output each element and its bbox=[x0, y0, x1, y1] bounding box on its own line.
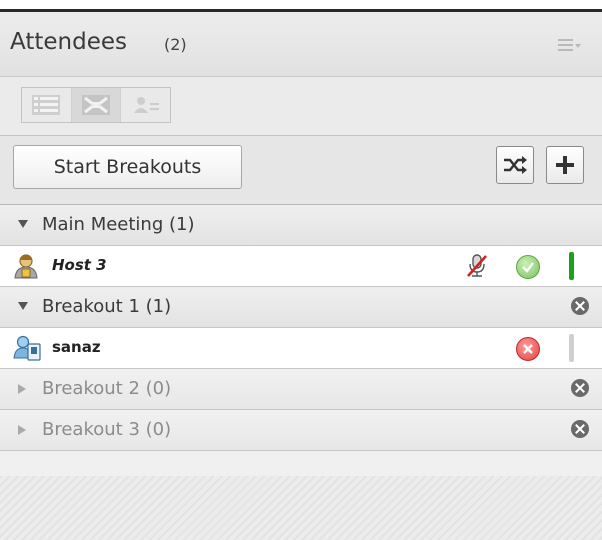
attendees-panel: Attendees (2) Start Breakouts Main Meeti… bbox=[0, 12, 602, 540]
participant-avatar-icon bbox=[13, 335, 41, 361]
group-breakout-3[interactable]: Breakout 3 (0) bbox=[0, 410, 602, 451]
view-switcher bbox=[21, 87, 171, 123]
shuffle-button[interactable] bbox=[496, 146, 534, 184]
group-label: Breakout 1 (1) bbox=[42, 296, 172, 317]
window-top-border bbox=[0, 0, 602, 12]
panel-header: Attendees (2) bbox=[0, 12, 602, 77]
breakout-view-button[interactable] bbox=[71, 88, 122, 122]
attendee-name: Host 3 bbox=[52, 256, 107, 274]
attendee-row-host[interactable]: Host 3 bbox=[0, 246, 602, 287]
mic-muted-icon[interactable] bbox=[466, 254, 488, 278]
audio-level-bar bbox=[569, 334, 574, 362]
list-view-icon bbox=[32, 95, 61, 115]
group-label: Breakout 2 (0) bbox=[42, 378, 172, 399]
start-breakouts-button[interactable]: Start Breakouts bbox=[13, 145, 242, 189]
group-label: Main Meeting (1) bbox=[42, 214, 195, 235]
plus-icon bbox=[556, 156, 574, 174]
shuffle-icon bbox=[504, 156, 527, 174]
breakout-view-icon bbox=[82, 95, 110, 115]
presenter-view-icon bbox=[133, 97, 159, 113]
group-breakout-1[interactable]: Breakout 1 (1) bbox=[0, 287, 602, 328]
status-ok-icon bbox=[516, 255, 540, 279]
host-avatar-icon bbox=[14, 254, 38, 279]
add-breakout-button[interactable] bbox=[546, 146, 584, 184]
close-breakout-icon[interactable] bbox=[571, 420, 589, 438]
empty-list-area bbox=[0, 476, 602, 540]
group-label: Breakout 3 (0) bbox=[42, 419, 172, 440]
status-error-icon bbox=[516, 337, 540, 361]
group-main-meeting[interactable]: Main Meeting (1) bbox=[0, 205, 602, 246]
close-breakout-icon[interactable] bbox=[571, 379, 589, 397]
list-view-button[interactable] bbox=[22, 88, 72, 122]
collapse-triangle-icon[interactable] bbox=[18, 384, 26, 394]
audio-level-bar bbox=[569, 252, 574, 280]
expand-triangle-icon[interactable] bbox=[18, 220, 28, 228]
presenter-view-button[interactable] bbox=[121, 88, 170, 122]
list-menu-icon[interactable] bbox=[558, 39, 582, 53]
group-breakout-2[interactable]: Breakout 2 (0) bbox=[0, 369, 602, 410]
breakout-actions-row: Start Breakouts bbox=[0, 136, 602, 205]
attendee-name: sanaz bbox=[52, 338, 101, 356]
close-breakout-icon[interactable] bbox=[571, 297, 589, 315]
view-switcher-row bbox=[0, 77, 602, 136]
attendee-row-sanaz[interactable]: sanaz bbox=[0, 328, 602, 369]
panel-title: Attendees bbox=[10, 29, 127, 55]
expand-triangle-icon[interactable] bbox=[18, 302, 28, 310]
attendee-count: (2) bbox=[164, 35, 187, 54]
collapse-triangle-icon[interactable] bbox=[18, 425, 26, 435]
